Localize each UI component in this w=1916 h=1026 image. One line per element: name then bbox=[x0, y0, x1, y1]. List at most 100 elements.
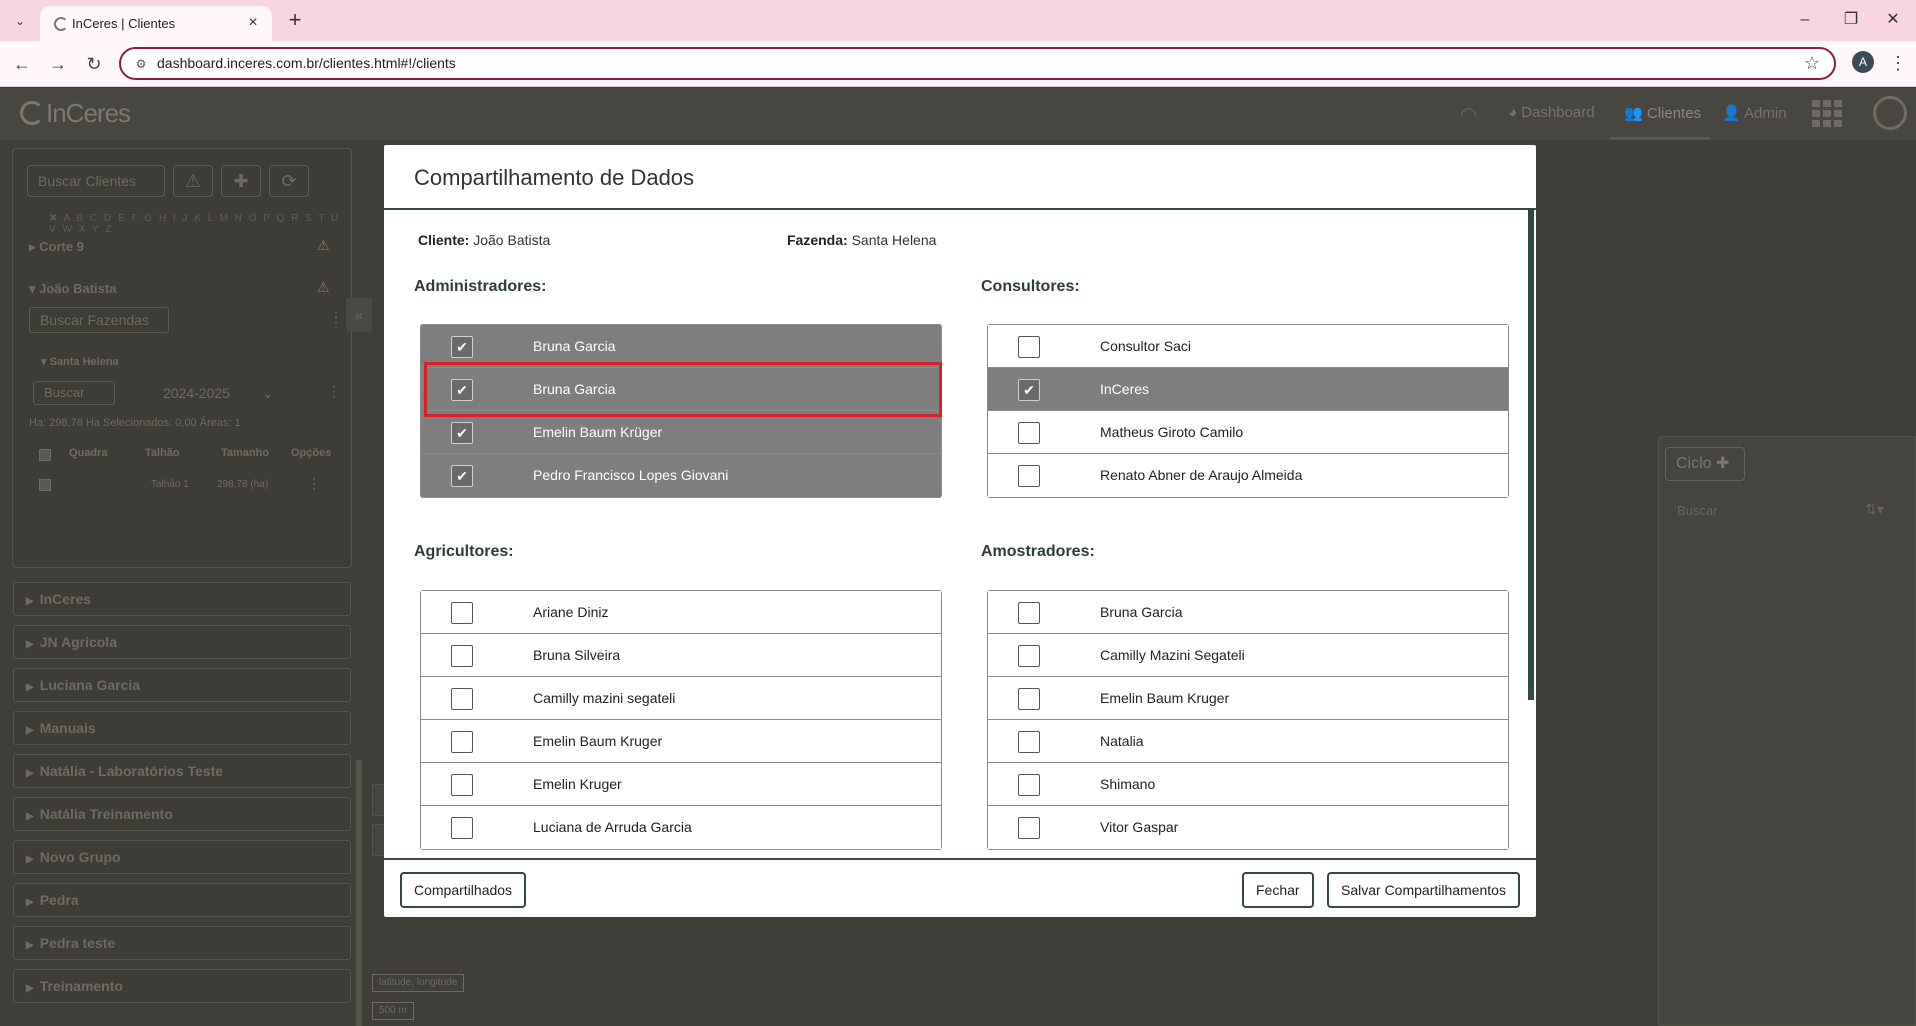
checked-checkbox[interactable]: ✔ bbox=[451, 465, 473, 487]
cycle-button[interactable]: Ciclo ✚ bbox=[1665, 447, 1745, 481]
close-button[interactable]: Fechar bbox=[1242, 872, 1314, 908]
share-row[interactable]: Vitor Gaspar bbox=[988, 806, 1508, 849]
share-row[interactable]: ✔ Pedro Francisco Lopes Giovani bbox=[421, 454, 941, 497]
farm-santa-helena[interactable]: ▾ Santa Helena bbox=[41, 355, 119, 368]
season-select[interactable]: 2024-2025 ⌄ bbox=[163, 385, 274, 402]
group-item[interactable]: ▶ JN Agricola bbox=[13, 625, 351, 659]
group-item[interactable]: ▶ Treinamento bbox=[13, 969, 351, 1003]
browser-tab[interactable]: InCeres | Clientes × bbox=[40, 6, 272, 41]
browser-menu-icon[interactable]: ⋮ bbox=[1888, 51, 1908, 75]
group-item[interactable]: ▶ Natália Treinamento bbox=[13, 797, 351, 831]
share-row[interactable]: Ariane Diniz bbox=[421, 591, 941, 634]
tab-search-icon[interactable]: ⌄ bbox=[8, 9, 32, 33]
tab-close-icon[interactable]: × bbox=[244, 14, 262, 32]
select-all-checkbox[interactable] bbox=[39, 449, 51, 461]
share-row[interactable]: Renato Abner de Araujo Almeida bbox=[988, 454, 1508, 497]
share-row[interactable]: Camilly mazini segateli bbox=[421, 677, 941, 720]
reload-icon[interactable]: ↻ bbox=[80, 50, 108, 78]
checkbox[interactable] bbox=[451, 602, 473, 624]
save-shares-button[interactable]: Salvar Compartilhamentos bbox=[1327, 872, 1520, 908]
group-item[interactable]: ▶ InCeres bbox=[13, 582, 351, 616]
alphabet-filter[interactable]: ✖ A B C D E F G H I J K L M N O P Q R S … bbox=[49, 213, 351, 235]
restore-icon[interactable]: ❐ bbox=[1828, 6, 1874, 34]
add-client-button[interactable]: ✚ bbox=[221, 165, 261, 197]
share-row[interactable]: Emelin Kruger bbox=[421, 763, 941, 806]
checkbox[interactable] bbox=[1018, 817, 1040, 839]
share-row[interactable]: Shimano bbox=[988, 763, 1508, 806]
share-row[interactable]: Emelin Baum Kruger bbox=[421, 720, 941, 763]
share-row[interactable]: ✔ Bruna Garcia bbox=[421, 325, 941, 368]
share-row[interactable]: Natalia bbox=[988, 720, 1508, 763]
share-row[interactable]: Bruna Garcia bbox=[988, 591, 1508, 634]
share-row[interactable]: Matheus Giroto Camilo bbox=[988, 411, 1508, 454]
share-row[interactable]: Camilly Mazini Segateli bbox=[988, 634, 1508, 677]
forward-icon[interactable]: → bbox=[44, 50, 72, 78]
checked-checkbox[interactable]: ✔ bbox=[451, 422, 473, 444]
address-bar[interactable]: ⚙ dashboard.inceres.com.br/clientes.html… bbox=[119, 47, 1836, 80]
new-tab-icon[interactable]: + bbox=[282, 7, 308, 33]
checkbox[interactable] bbox=[451, 731, 473, 753]
checkbox[interactable] bbox=[1018, 688, 1040, 710]
modal-scrollbar[interactable] bbox=[1528, 210, 1534, 700]
sort-icon[interactable]: ⇅▾ bbox=[1865, 501, 1884, 518]
checkbox[interactable] bbox=[1018, 774, 1040, 796]
minimize-icon[interactable]: – bbox=[1782, 6, 1828, 34]
checkbox[interactable] bbox=[451, 645, 473, 667]
col-tamanho[interactable]: Tamanho bbox=[221, 447, 269, 459]
warning-filter-button[interactable]: ⚠ bbox=[173, 165, 213, 197]
checked-checkbox[interactable]: ✔ bbox=[451, 336, 473, 358]
share-row[interactable]: Emelin Baum Kruger bbox=[988, 677, 1508, 720]
checkbox[interactable] bbox=[451, 817, 473, 839]
checkbox[interactable] bbox=[451, 774, 473, 796]
site-info-icon[interactable]: ⚙ bbox=[133, 56, 149, 72]
checkbox[interactable] bbox=[1018, 731, 1040, 753]
bookmark-star-icon[interactable]: ☆ bbox=[1804, 53, 1820, 74]
farm-search-input[interactable]: Buscar Fazendas bbox=[29, 307, 169, 333]
farm-options-icon[interactable]: ⋮ bbox=[329, 309, 343, 326]
share-row[interactable]: Luciana de Arruda Garcia bbox=[421, 806, 941, 849]
row-checkbox[interactable] bbox=[39, 479, 51, 491]
share-row[interactable]: ✔ Emelin Baum Krüger bbox=[421, 411, 941, 454]
back-icon[interactable]: ← bbox=[8, 50, 36, 78]
group-item[interactable]: ▶ Natália - Laboratórios Teste bbox=[13, 754, 351, 788]
col-talhao[interactable]: Talhão bbox=[145, 447, 180, 459]
checkbox[interactable] bbox=[1018, 336, 1040, 358]
client-corte-9[interactable]: ▸ Corte 9 bbox=[29, 239, 84, 255]
checkbox[interactable] bbox=[1018, 422, 1040, 444]
row-options-icon[interactable]: ⋮ bbox=[307, 475, 321, 492]
user-avatar-icon[interactable] bbox=[1873, 96, 1907, 130]
group-item[interactable]: ▶ Pedra bbox=[13, 883, 351, 917]
apps-grid-icon[interactable] bbox=[1812, 100, 1842, 127]
shared-button[interactable]: Compartilhados bbox=[400, 872, 527, 908]
share-row[interactable]: ✔ InCeres bbox=[988, 368, 1508, 411]
profile-avatar[interactable]: A bbox=[1852, 51, 1874, 73]
sidebar-scrollbar[interactable] bbox=[356, 760, 362, 1026]
checkbox[interactable] bbox=[451, 688, 473, 710]
checkbox[interactable] bbox=[1018, 645, 1040, 667]
checked-checkbox[interactable]: ✔ bbox=[1018, 379, 1040, 401]
plot-search-input[interactable]: Buscar bbox=[33, 381, 115, 405]
nav-clientes[interactable]: 👥 Clientes bbox=[1624, 104, 1701, 122]
inceres-logo[interactable]: InCeres bbox=[20, 98, 131, 129]
col-quadra[interactable]: Quadra bbox=[69, 447, 108, 459]
cycle-search-input[interactable]: Buscar bbox=[1677, 503, 1717, 518]
group-item[interactable]: ▶ Pedra teste bbox=[13, 926, 351, 960]
refresh-button[interactable]: ⟳ bbox=[269, 165, 309, 197]
checkbox[interactable] bbox=[1018, 465, 1040, 487]
url-text[interactable]: dashboard.inceres.com.br/clientes.html#!… bbox=[157, 49, 456, 78]
share-row[interactable]: ✔ Bruna Garcia bbox=[421, 368, 941, 411]
season-options-icon[interactable]: ⋮ bbox=[327, 383, 341, 400]
nav-admin[interactable]: 👤 Admin bbox=[1722, 104, 1787, 122]
group-item[interactable]: ▶ Manuais bbox=[13, 711, 351, 745]
window-close-icon[interactable]: ✕ bbox=[1870, 6, 1916, 34]
client-joao-batista[interactable]: ▾ João Batista bbox=[29, 281, 116, 297]
nav-dashboard[interactable]: ◕ Dashboard bbox=[1508, 104, 1595, 121]
share-row[interactable]: Bruna Silveira bbox=[421, 634, 941, 677]
checkbox[interactable] bbox=[1018, 602, 1040, 624]
group-item[interactable]: ▶ Luciana Garcia bbox=[13, 668, 351, 702]
collapse-sidebar-icon[interactable]: « bbox=[346, 298, 372, 332]
group-item[interactable]: ▶ Novo Grupo bbox=[13, 840, 351, 874]
client-search-input[interactable]: Buscar Clientes bbox=[27, 165, 165, 197]
checked-checkbox[interactable]: ✔ bbox=[451, 379, 473, 401]
share-row[interactable]: Consultor Saci bbox=[988, 325, 1508, 368]
